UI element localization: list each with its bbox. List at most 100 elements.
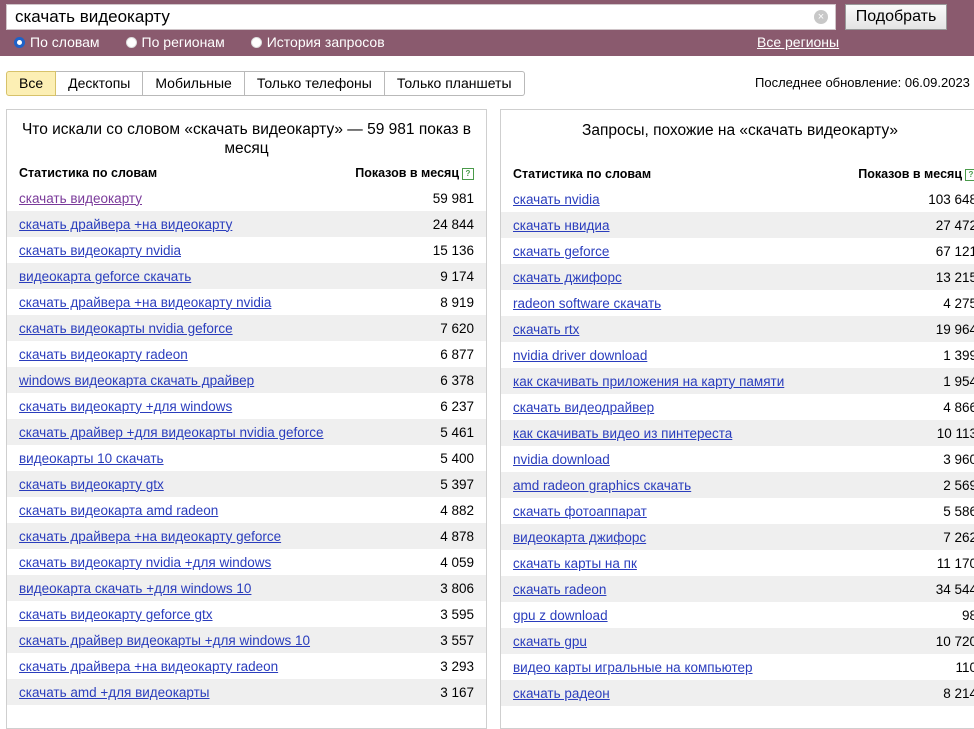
impressions-count: 8 919 bbox=[440, 294, 474, 310]
mode-by-words[interactable]: По словам bbox=[14, 33, 100, 51]
keyword-link[interactable]: скачать фотоаппарат bbox=[513, 504, 647, 519]
impressions-count: 6 877 bbox=[440, 346, 474, 362]
keyword-link[interactable]: скачать gpu bbox=[513, 634, 587, 649]
impressions-count: 11 170 bbox=[936, 555, 974, 571]
impressions-count: 4 059 bbox=[440, 554, 474, 570]
keyword-link[interactable]: видеокарта geforce скачать bbox=[19, 269, 191, 284]
keyword-link[interactable]: amd radeon graphics скачать bbox=[513, 478, 691, 493]
keyword-link[interactable]: скачать видеодрайвер bbox=[513, 400, 654, 415]
device-tabs: Все Десктопы Мобильные Только телефоны Т… bbox=[6, 71, 525, 96]
keyword-link[interactable]: скачать драйвера +на видеокарту nvidia bbox=[19, 295, 271, 310]
keyword-link[interactable]: скачать драйвера +на видеокарту radeon bbox=[19, 659, 278, 674]
last-update-text: Последнее обновление: 06.09.2023 bbox=[755, 75, 970, 90]
keyword-link[interactable]: nvidia driver download bbox=[513, 348, 647, 363]
tab-phones-only[interactable]: Только телефоны bbox=[244, 71, 385, 96]
keyword-link[interactable]: скачать радеон bbox=[513, 686, 610, 701]
keyword-link[interactable]: gpu z download bbox=[513, 608, 608, 623]
keyword-link[interactable]: как скачивать видео из пинтереста bbox=[513, 426, 732, 441]
table-row: видео карты игральные на компьютер 110 bbox=[501, 654, 974, 680]
keyword-link[interactable]: как скачивать приложения на карту памяти bbox=[513, 374, 784, 389]
impressions-count: 1 399 bbox=[943, 347, 974, 363]
tab-mobile[interactable]: Мобильные bbox=[143, 71, 245, 96]
submit-button[interactable]: Подобрать bbox=[845, 4, 947, 30]
keyword-link[interactable]: скачать драйвера +на видеокарту geforce bbox=[19, 529, 281, 544]
keyword-link[interactable]: скачать видеокарту nvidia +для windows bbox=[19, 555, 271, 570]
table-row: скачать нвидиа 27 472 bbox=[501, 212, 974, 238]
keyword-link[interactable]: видео карты игральные на компьютер bbox=[513, 660, 753, 675]
keyword-link[interactable]: скачать rtx bbox=[513, 322, 579, 337]
keyword-link[interactable]: скачать драйвер видеокарты +для windows … bbox=[19, 633, 310, 648]
table-row: скачать фотоаппарат 5 586 bbox=[501, 498, 974, 524]
keyword-link[interactable]: скачать видеокарту geforce gtx bbox=[19, 607, 213, 622]
keyword-link[interactable]: скачать драйвер +для видеокарты nvidia g… bbox=[19, 425, 324, 440]
mode-history[interactable]: История запросов bbox=[250, 33, 385, 51]
impressions-count: 3 293 bbox=[440, 658, 474, 674]
keyword-link[interactable]: windows видеокарта скачать драйвер bbox=[19, 373, 254, 388]
table-row: скачать драйвера +на видеокарту geforce 4… bbox=[7, 523, 486, 549]
tab-tablets-only[interactable]: Только планшеты bbox=[384, 71, 525, 96]
table-row: windows видеокарта скачать драйвер 6 378 bbox=[7, 367, 486, 393]
keyword-link[interactable]: скачать видеокарту radeon bbox=[19, 347, 188, 362]
clear-icon[interactable]: × bbox=[814, 10, 828, 24]
impressions-count: 7 262 bbox=[943, 529, 974, 545]
keyword-link[interactable]: radeon software скачать bbox=[513, 296, 661, 311]
keyword-link[interactable]: скачать nvidia bbox=[513, 192, 600, 207]
keyword-link[interactable]: скачать видеокарты nvidia geforce bbox=[19, 321, 233, 336]
table-row: amd radeon graphics скачать 2 569 bbox=[501, 472, 974, 498]
keyword-link[interactable]: скачать видеокарту nvidia bbox=[19, 243, 181, 258]
impressions-count: 4 275 bbox=[943, 295, 974, 311]
table-row: radeon software скачать 4 275 bbox=[501, 290, 974, 316]
table-row: скачать радеон 8 214 bbox=[501, 680, 974, 706]
keyword-link[interactable]: скачать видеокарту gtx bbox=[19, 477, 164, 492]
keyword-link[interactable]: скачать видеокарта amd radeon bbox=[19, 503, 218, 518]
table-row: видеокарта скачать +для windows 10 3 806 bbox=[7, 575, 486, 601]
search-input[interactable] bbox=[6, 4, 836, 30]
keyword-link[interactable]: скачать нвидиа bbox=[513, 218, 609, 233]
keyword-link[interactable]: скачать видеокарту +для windows bbox=[19, 399, 232, 414]
table-row: скачать джифорс 13 215 bbox=[501, 264, 974, 290]
impressions-count: 3 960 bbox=[943, 451, 974, 467]
table-row: скачать видеодрайвер 4 866 bbox=[501, 394, 974, 420]
impressions-count: 24 844 bbox=[432, 216, 474, 232]
keyword-link[interactable]: nvidia download bbox=[513, 452, 610, 467]
tab-all[interactable]: Все bbox=[6, 71, 57, 96]
keyword-link[interactable]: видеокарта скачать +для windows 10 bbox=[19, 581, 251, 596]
keyword-link[interactable]: скачать джифорс bbox=[513, 270, 622, 285]
table-row: скачать geforce 67 121 bbox=[501, 238, 974, 264]
column-count: Показов в месяц? bbox=[858, 166, 974, 182]
keyword-link[interactable]: скачать драйвера +на видеокарту bbox=[19, 217, 232, 232]
mode-by-regions[interactable]: По регионам bbox=[125, 33, 225, 51]
table-row: скачать radeon 34 544 bbox=[501, 576, 974, 602]
keyword-link[interactable]: скачать radeon bbox=[513, 582, 606, 597]
impressions-count: 3 806 bbox=[440, 580, 474, 596]
impressions-count: 34 544 bbox=[935, 581, 974, 597]
help-icon[interactable]: ? bbox=[462, 168, 474, 180]
keyword-link[interactable]: видеокарты 10 скачать bbox=[19, 451, 164, 466]
table-row: nvidia download 3 960 bbox=[501, 446, 974, 472]
table-row: скачать драйвер +для видеокарты nvidia g… bbox=[7, 419, 486, 445]
search-header: × Подобрать По словам По регионам Истори… bbox=[0, 0, 974, 56]
impressions-count: 103 648 bbox=[928, 191, 974, 207]
radio-unchecked-icon bbox=[125, 36, 137, 48]
keyword-link[interactable]: видеокарта джифорс bbox=[513, 530, 646, 545]
all-regions-link[interactable]: Все регионы bbox=[757, 34, 839, 50]
table-row: скачать драйвер видеокарты +для windows … bbox=[7, 627, 486, 653]
keyword-link[interactable]: скачать amd +для видеокарты bbox=[19, 685, 210, 700]
left-panel: Что искали со словом «скачать видеокарту… bbox=[6, 109, 487, 729]
table-row: скачать видеокарту 59 981 bbox=[7, 185, 486, 211]
table-row: скачать драйвера +на видеокарту nvidia 8 … bbox=[7, 289, 486, 315]
keyword-link[interactable]: скачать видеокарту bbox=[19, 191, 142, 206]
impressions-count: 98 bbox=[961, 607, 974, 623]
impressions-count: 10 720 bbox=[935, 633, 974, 649]
table-header: Статистика по словам Показов в месяц? bbox=[7, 165, 486, 181]
keyword-link[interactable]: скачать geforce bbox=[513, 244, 609, 259]
tab-desktops[interactable]: Десктопы bbox=[56, 71, 144, 96]
keyword-link[interactable]: скачать карты на пк bbox=[513, 556, 637, 571]
help-icon[interactable]: ? bbox=[965, 169, 974, 181]
impressions-count: 4 882 bbox=[440, 502, 474, 518]
table-row: видеокарты 10 скачать 5 400 bbox=[7, 445, 486, 471]
impressions-count: 9 174 bbox=[440, 268, 474, 284]
impressions-count: 19 964 bbox=[935, 321, 974, 337]
impressions-count: 2 569 bbox=[943, 477, 974, 493]
table-row: скачать видеокарту gtx 5 397 bbox=[7, 471, 486, 497]
